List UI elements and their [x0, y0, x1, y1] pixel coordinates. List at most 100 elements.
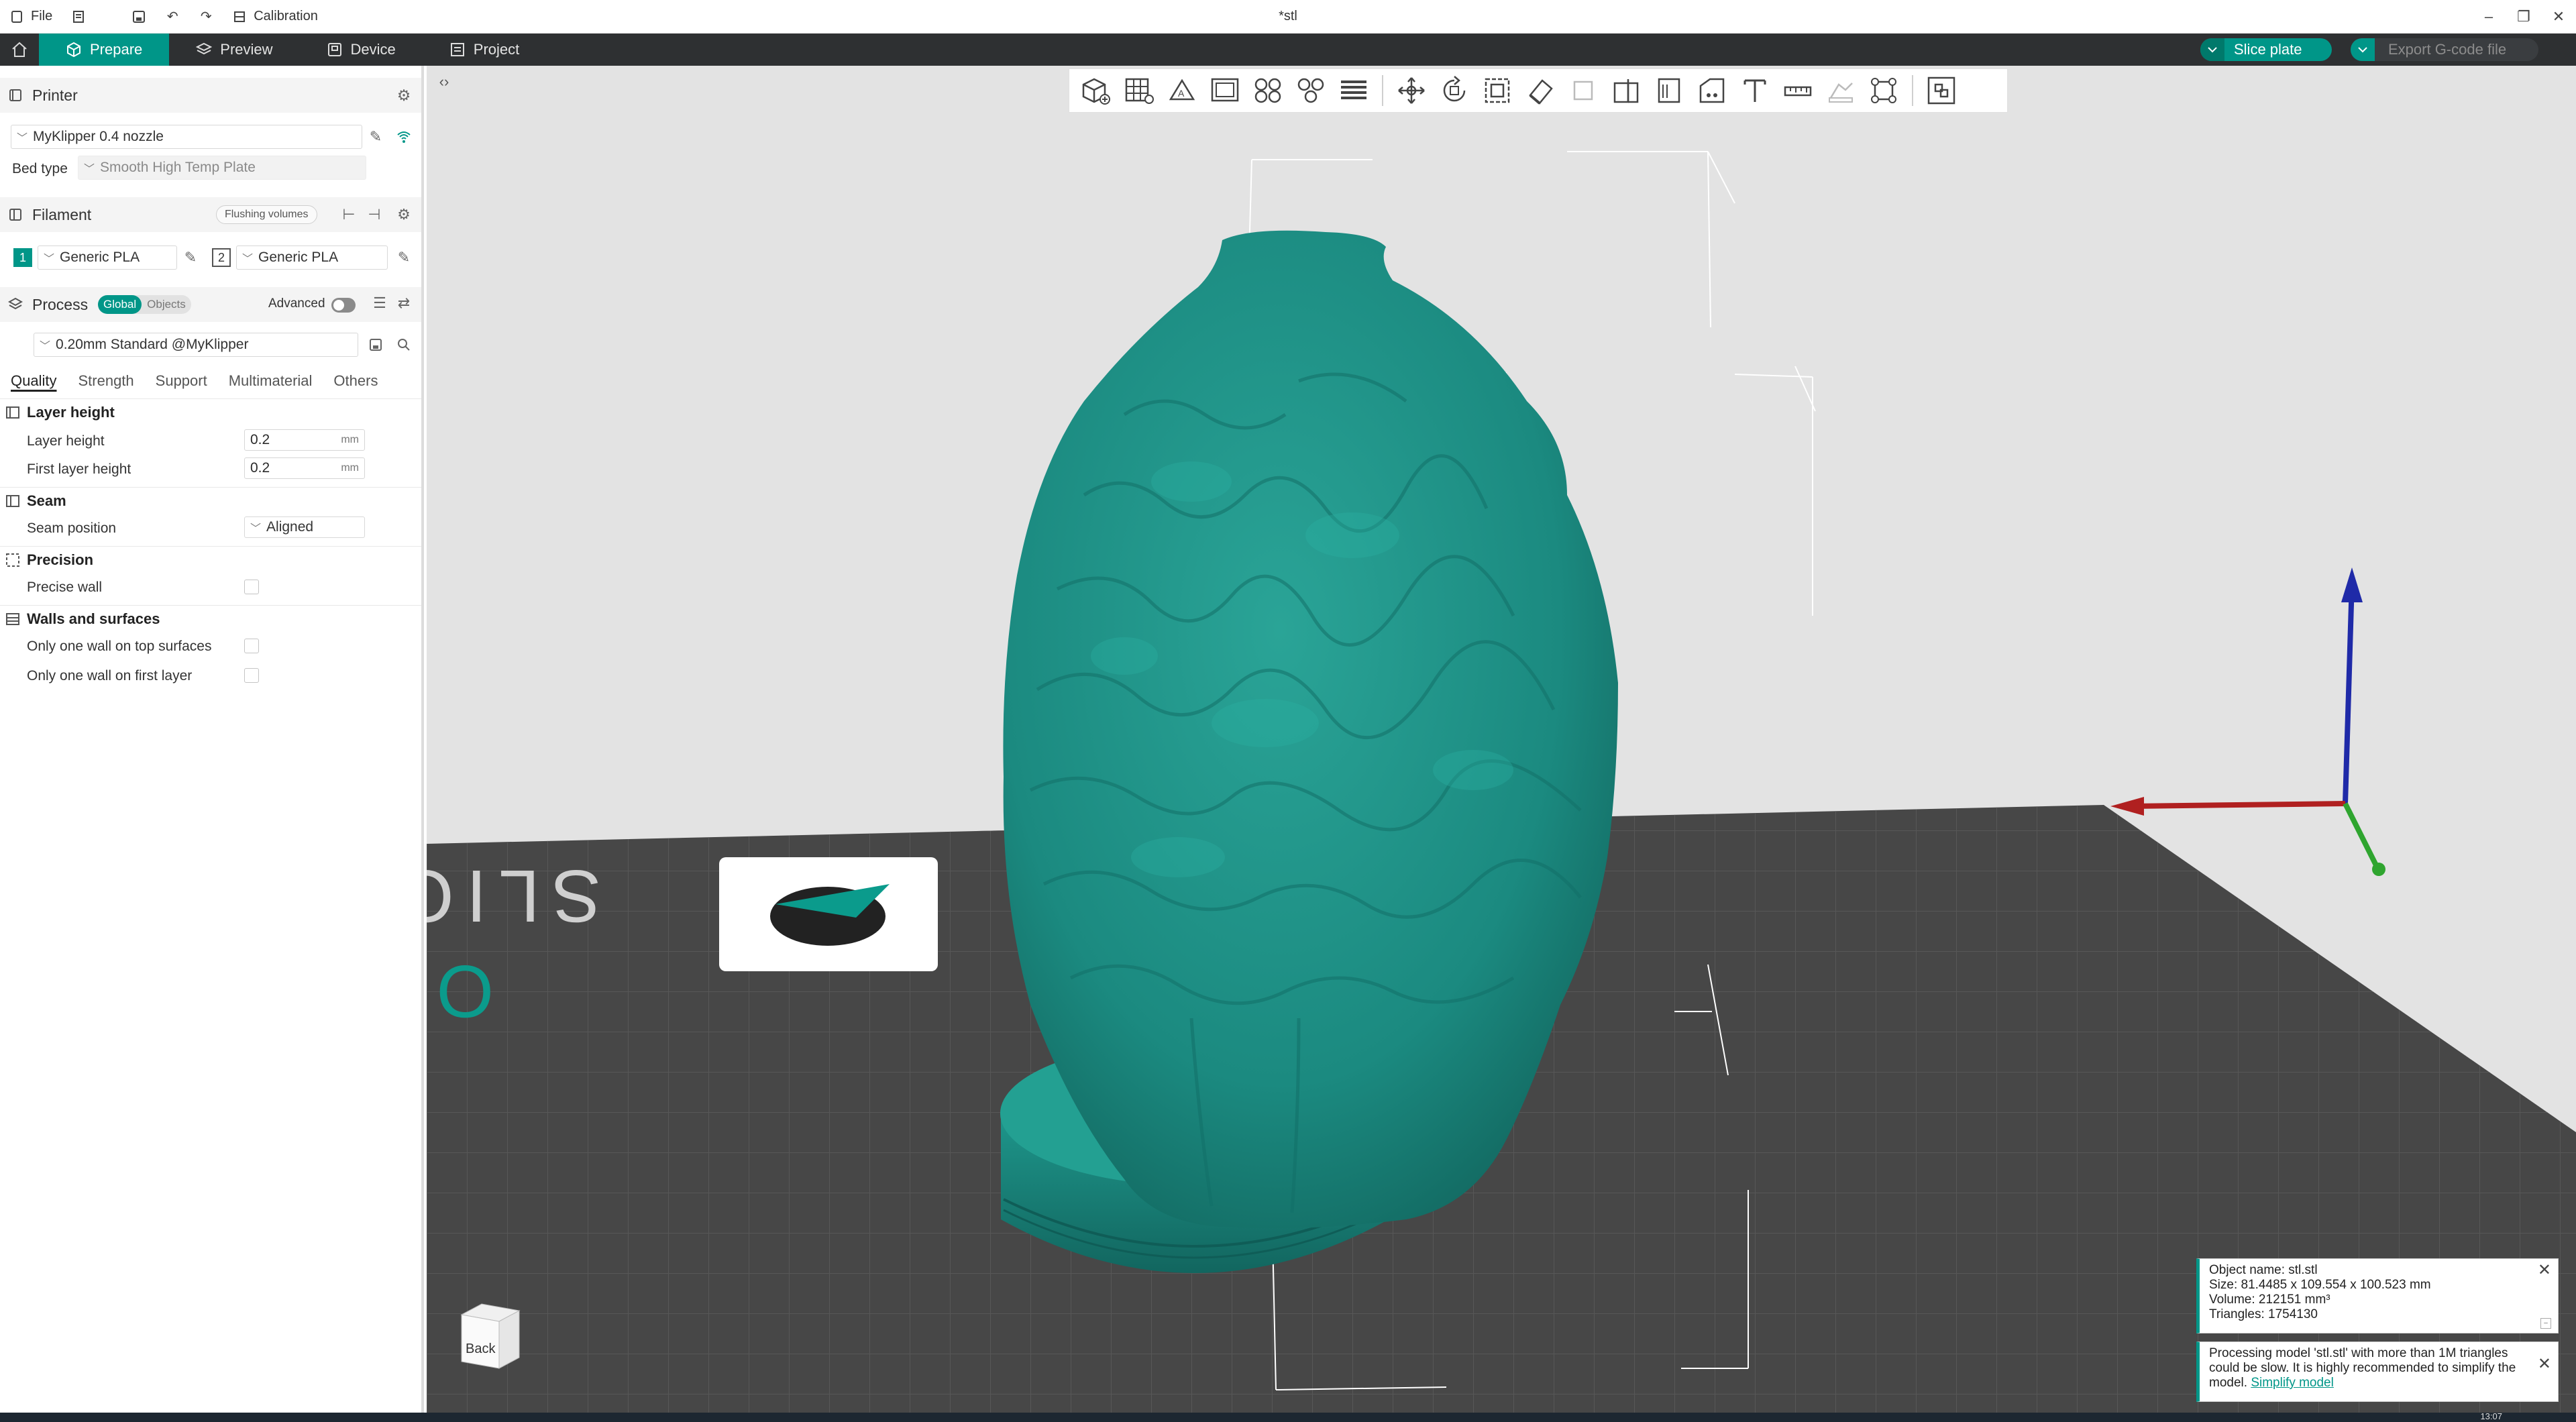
- text-tool-button[interactable]: [1733, 70, 1776, 111]
- split-objects-button[interactable]: [1246, 70, 1289, 111]
- variable-layer-height-button[interactable]: [1332, 70, 1375, 111]
- add-filament-icon[interactable]: ⊢: [341, 206, 357, 223]
- precise-wall-checkbox[interactable]: [244, 580, 259, 594]
- hamburger-icon: [71, 9, 86, 24]
- layers-stack-icon: [1341, 80, 1366, 99]
- advanced-toggle[interactable]: [331, 298, 356, 313]
- export-dropdown-icon[interactable]: [2351, 38, 2375, 61]
- move-icon: [1398, 77, 1425, 104]
- support-paint-button[interactable]: [1648, 70, 1690, 111]
- restore-button[interactable]: ❐: [2506, 0, 2541, 34]
- remove-filament-icon[interactable]: ⊣: [366, 206, 382, 223]
- precision-group-label: Precision: [27, 551, 94, 568]
- compare-icon[interactable]: ☰: [372, 294, 388, 311]
- bed-type-select[interactable]: ﹀ Smooth High Temp Plate: [78, 156, 366, 180]
- measure-tool-button[interactable]: [1776, 70, 1819, 111]
- filament-slot-2-badge: 2: [212, 248, 231, 267]
- seam-position-select[interactable]: ﹀ Aligned: [244, 516, 365, 538]
- tab-support[interactable]: Support: [145, 368, 218, 394]
- arrange-button[interactable]: [1203, 70, 1246, 111]
- filament-2-select[interactable]: ﹀ Generic PLA: [236, 245, 388, 270]
- minimize-button[interactable]: –: [2471, 0, 2506, 34]
- bed-type-value: Smooth High Temp Plate: [100, 160, 256, 175]
- assembly-view-button[interactable]: [1920, 70, 1963, 111]
- seam-position-value: Aligned: [266, 519, 314, 535]
- tab-project-label: Project: [473, 41, 520, 58]
- assembly-icon: [1829, 83, 1853, 103]
- save-preset-icon[interactable]: [368, 337, 384, 353]
- rotate-tool-button[interactable]: [1433, 70, 1476, 111]
- wifi-icon[interactable]: [396, 129, 412, 145]
- close-object-info-icon[interactable]: ✕: [2538, 1262, 2551, 1278]
- 3d-viewport[interactable]: SLICER ORCA: [427, 66, 2576, 1413]
- home-button[interactable]: [0, 34, 39, 66]
- close-warning-icon[interactable]: ✕: [2538, 1356, 2551, 1372]
- calibration-menu[interactable]: Calibration: [223, 0, 327, 34]
- chevron-down-icon: ﹀: [84, 164, 95, 175]
- one-wall-top-checkbox[interactable]: [244, 639, 259, 653]
- objects-toggle[interactable]: Objects: [142, 295, 191, 314]
- lay-on-face-button[interactable]: [1519, 70, 1562, 111]
- view-cube[interactable]: [455, 1301, 522, 1371]
- window-title: *stl: [1279, 9, 1297, 23]
- tab-others[interactable]: Others: [323, 368, 388, 394]
- tab-quality[interactable]: Quality: [0, 368, 67, 394]
- save-button[interactable]: [122, 0, 156, 34]
- printer-settings-icon[interactable]: ⚙: [396, 87, 412, 104]
- minimize-info-icon[interactable]: –: [2540, 1318, 2551, 1329]
- printer-preset-select[interactable]: ﹀ MyKlipper 0.4 nozzle: [11, 125, 362, 149]
- flushing-volumes-button[interactable]: Flushing volumes: [216, 205, 317, 224]
- grid-plate-icon: [1125, 78, 1154, 104]
- auto-orient-button[interactable]: A: [1161, 70, 1203, 111]
- process-scope-toggle[interactable]: Global Objects: [98, 295, 191, 314]
- process-preset-value: 0.20mm Standard @MyKlipper: [56, 337, 249, 352]
- file-label: File: [31, 9, 53, 23]
- edit-filament-2-icon[interactable]: ✎: [396, 249, 412, 266]
- disabled-tool-button[interactable]: [1562, 70, 1605, 111]
- tab-project[interactable]: Project: [423, 34, 546, 66]
- seam-paint-button[interactable]: [1690, 70, 1733, 111]
- add-plate-button[interactable]: [1118, 70, 1161, 111]
- edit-printer-icon[interactable]: ✎: [368, 128, 384, 145]
- assembly-button[interactable]: [1819, 70, 1862, 111]
- tab-strength[interactable]: Strength: [67, 368, 144, 394]
- layer-height-input[interactable]: 0.2 mm: [244, 429, 365, 451]
- edit-filament-1-icon[interactable]: ✎: [182, 249, 199, 266]
- file-menu[interactable]: File: [0, 0, 62, 34]
- process-preset-select[interactable]: ﹀ 0.20mm Standard @MyKlipper: [34, 333, 358, 357]
- cut-icon: [1613, 79, 1639, 103]
- object-size-text: Size: 81.4485 x 109.554 x 100.523 mm: [2209, 1278, 2431, 1292]
- assembly-view-icon: [1927, 76, 1955, 105]
- scene-canvas: SLICER ORCA: [427, 151, 2576, 1413]
- add-object-button[interactable]: [1075, 70, 1118, 111]
- export-gcode-button[interactable]: Export G-code file: [2351, 38, 2538, 61]
- split-parts-button[interactable]: [1289, 70, 1332, 111]
- tab-multimaterial[interactable]: Multimaterial: [218, 368, 323, 394]
- brim-ears-button[interactable]: [1862, 70, 1905, 111]
- svg-text:ORCA: ORCA: [427, 950, 494, 1032]
- process-settings-icon[interactable]: ⇄: [396, 294, 412, 311]
- filament-1-select[interactable]: ﹀ Generic PLA: [38, 245, 177, 270]
- simplify-model-link[interactable]: Simplify model: [2251, 1376, 2334, 1390]
- split-objects-icon: [1254, 78, 1281, 103]
- one-wall-first-checkbox[interactable]: [244, 668, 259, 683]
- slice-plate-button[interactable]: Slice plate: [2200, 38, 2332, 61]
- redo-button[interactable]: ↷: [189, 0, 223, 34]
- filament-settings-icon[interactable]: ⚙: [396, 206, 412, 223]
- close-window-button[interactable]: ✕: [2541, 0, 2576, 34]
- tab-preview[interactable]: Preview: [169, 34, 299, 66]
- tab-prepare[interactable]: Prepare: [39, 34, 170, 66]
- slice-dropdown-icon[interactable]: [2200, 38, 2224, 61]
- tab-device[interactable]: Device: [300, 34, 423, 66]
- search-icon[interactable]: [396, 337, 412, 353]
- undo-button[interactable]: ↶: [156, 0, 189, 34]
- menu-button[interactable]: [62, 0, 95, 34]
- first-layer-height-input[interactable]: 0.2 mm: [244, 457, 365, 479]
- layer-height-label: Layer height: [27, 433, 105, 449]
- collapse-sidebar-button[interactable]: ‹›: [432, 70, 456, 94]
- chevron-down-icon: ﹀: [40, 341, 51, 352]
- scale-tool-button[interactable]: [1476, 70, 1519, 111]
- move-tool-button[interactable]: [1390, 70, 1433, 111]
- global-toggle[interactable]: Global: [98, 295, 142, 314]
- cut-tool-button[interactable]: [1605, 70, 1648, 111]
